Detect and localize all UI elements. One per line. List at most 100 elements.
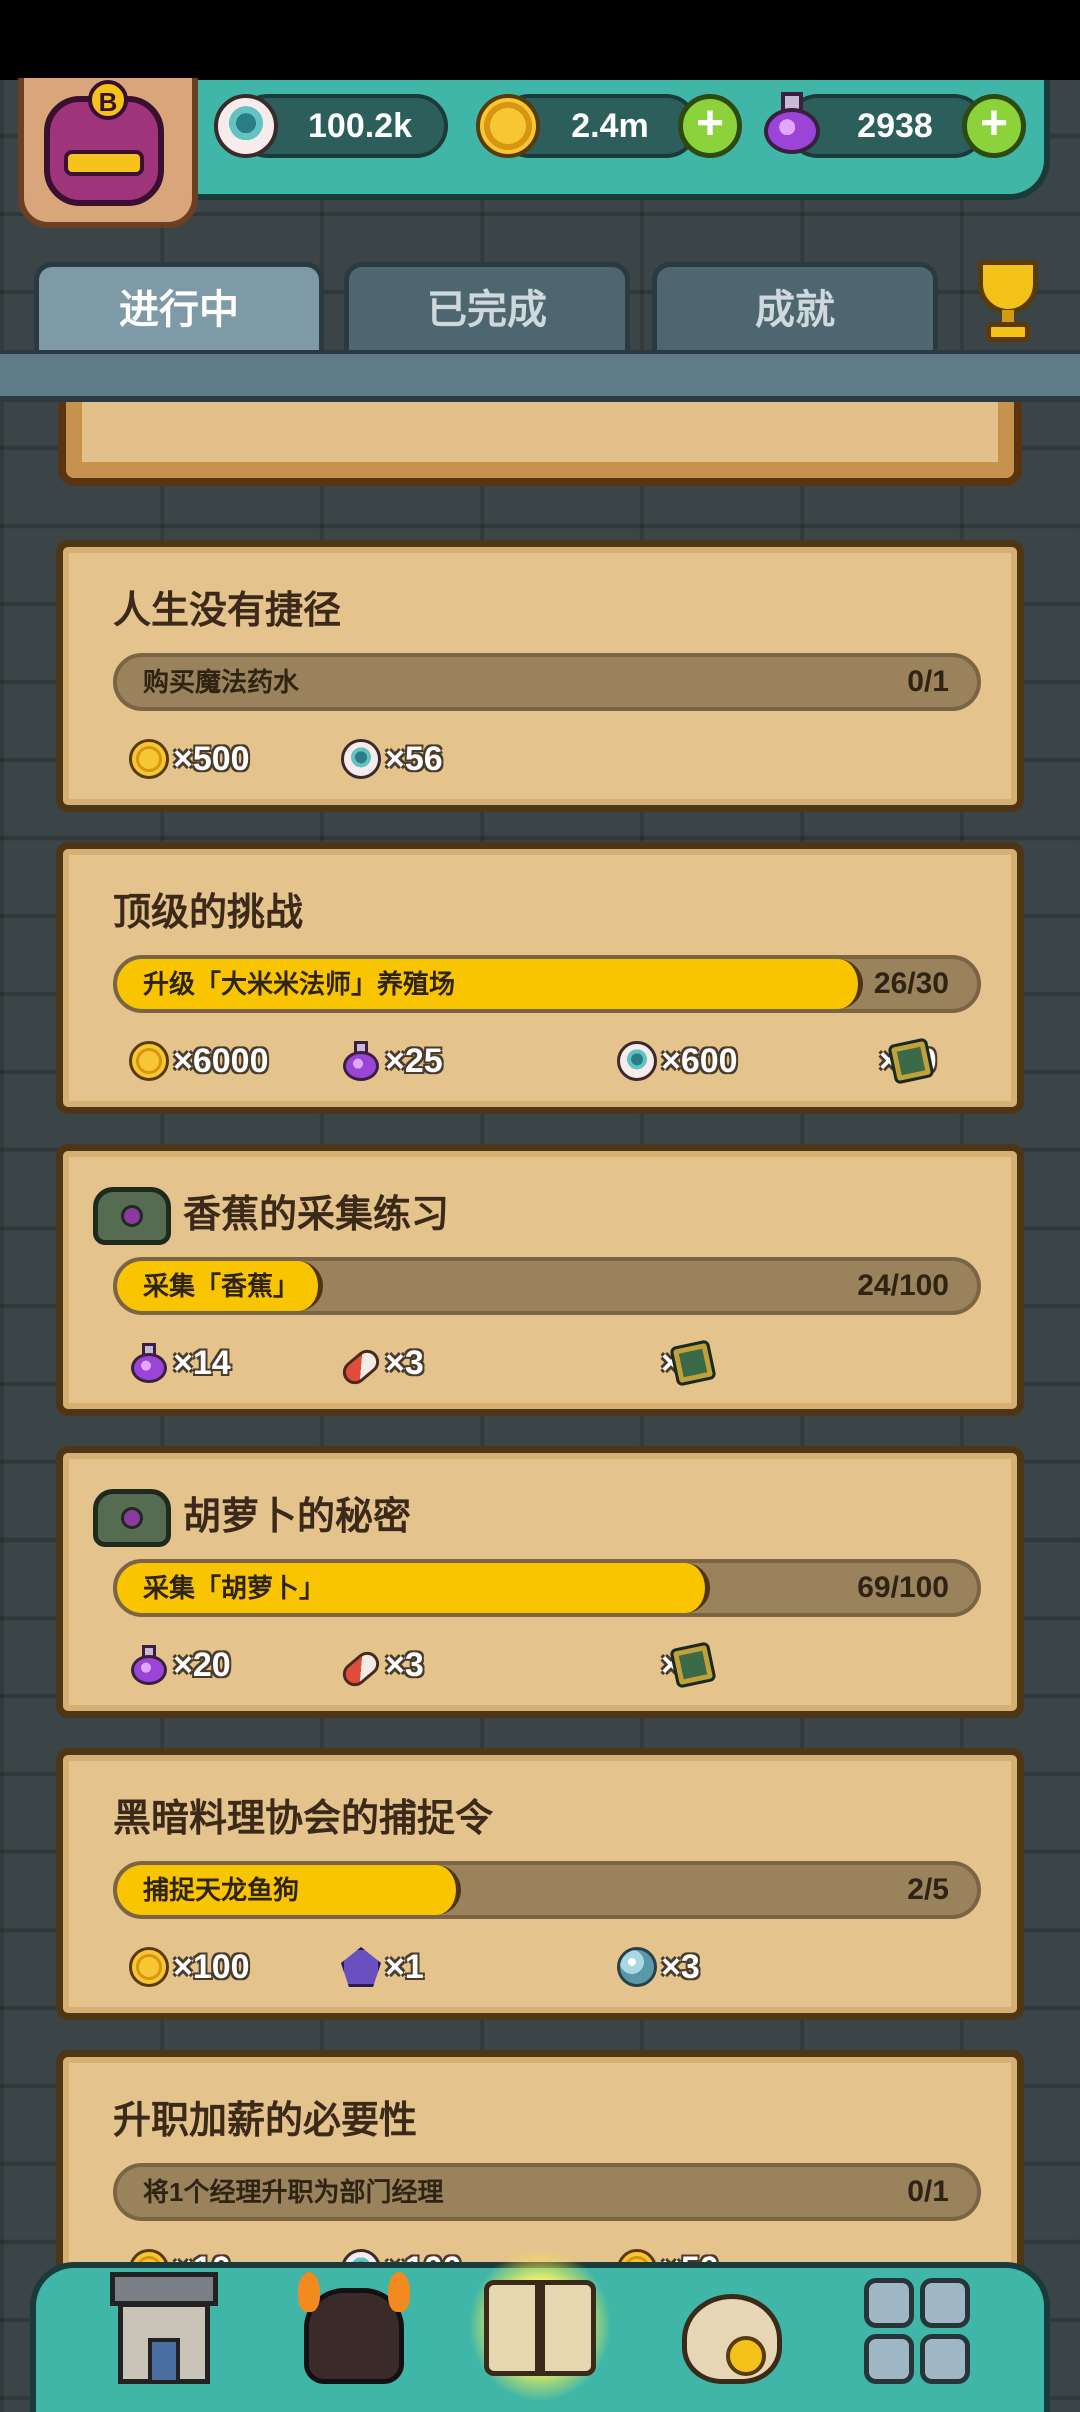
eyeball-icon [214, 94, 278, 158]
reward-qty: ×100 [173, 1947, 250, 1986]
quest-progress-bar: 采集「胡萝卜」 69/100 [113, 1559, 981, 1617]
potions-amount: 2938 [857, 107, 933, 145]
potion-icon [764, 92, 820, 154]
quest-title: 香蕉的采集练习 [183, 1194, 450, 1236]
status-bar [0, 0, 1080, 80]
quest-task: 采集「香蕉」 [143, 1271, 300, 1301]
grid-menu-nav-icon[interactable] [858, 2272, 978, 2390]
tab-completed[interactable]: 已完成 [344, 262, 630, 358]
quest-title: 黑暗料理协会的捕捉令 [113, 1798, 494, 1840]
quest-title: 人生没有捷径 [113, 590, 342, 632]
quest-task: 升级「大米米法师」养殖场 [143, 969, 456, 999]
tab-label: 成就 [755, 288, 835, 332]
card-icon [669, 1641, 717, 1689]
potion-icon [129, 1645, 169, 1685]
reward-qty: ×1 [385, 1947, 424, 1986]
reward-item: ×10 [835, 1037, 937, 1085]
quest-title: 升职加薪的必要性 [113, 2100, 418, 2142]
quest-progress-count: 2/5 [907, 1873, 949, 1906]
add-coins-button[interactable]: + [678, 94, 742, 158]
monster-icon [93, 1477, 171, 1547]
quest-card: 香蕉的采集练习 采集「香蕉」 24/100 ×14 ×3 ×1 [56, 1144, 1024, 1416]
quest-progress-bar: 捕捉天龙鱼狗 2/5 [113, 1861, 981, 1919]
crystal-icon [341, 1947, 381, 1987]
tab-label: 进行中 [119, 288, 239, 332]
tab-label: 已完成 [427, 288, 547, 332]
reward-qty: ×20 [173, 1645, 231, 1684]
quest-card: 胡萝卜的秘密 采集「胡萝卜」 69/100 ×20 ×3 ×1 [56, 1446, 1024, 1718]
reward-item: ×1 [617, 1641, 717, 1689]
quest-rewards: ×14 ×3 ×1 [129, 1339, 1009, 1390]
quest-progress-count: 24/100 [857, 1269, 949, 1302]
reward-item: ×3 [337, 1339, 424, 1390]
eyes-amount: 100.2k [308, 107, 412, 145]
shop-nav-icon[interactable] [104, 2272, 224, 2390]
eyeball-icon [341, 739, 381, 779]
reward-qty: ×14 [173, 1343, 231, 1382]
quest-rewards: ×20 ×3 ×1 [129, 1641, 1009, 1692]
quest-rewards: ×500 ×56 [129, 735, 1009, 783]
coins-amount: 2.4m [571, 107, 649, 145]
quest-task: 购买魔法药水 [143, 667, 300, 697]
quest-progress-count: 69/100 [857, 1571, 949, 1604]
reward-qty: ×600 [661, 1041, 738, 1080]
card-icon [887, 1037, 935, 1085]
reward-item: ×100 [129, 1943, 250, 1991]
reward-qty: ×3 [385, 1343, 424, 1382]
reward-qty: ×3 [661, 1947, 700, 1986]
reward-qty: ×6000 [173, 1041, 269, 1080]
reward-qty: ×500 [173, 739, 250, 778]
quest-rewards: ×6000 ×25 ×600 ×10 [129, 1037, 1009, 1085]
reward-item: ×20 [129, 1641, 231, 1689]
orb-icon [617, 1947, 657, 1987]
potion-icon [341, 1041, 381, 1081]
quest-progress-count: 0/1 [907, 2175, 949, 2208]
bag-nav-icon[interactable] [672, 2270, 792, 2388]
add-potions-button[interactable]: + [962, 94, 1026, 158]
quest-progress-bar: 将1个经理升职为部门经理 0/1 [113, 2163, 981, 2221]
quest-task: 将1个经理升职为部门经理 [143, 2177, 444, 2207]
pill-icon [337, 1646, 385, 1692]
quest-title: 顶级的挑战 [113, 892, 304, 934]
monster-icon [93, 1175, 171, 1245]
avatar-teeth [64, 150, 144, 176]
quest-title: 胡萝卜的秘密 [183, 1496, 412, 1538]
reward-item: ×6000 [129, 1037, 269, 1085]
reward-qty: ×3 [385, 1645, 424, 1684]
tab-rail [0, 350, 1080, 402]
quest-task: 采集「胡萝卜」 [143, 1573, 326, 1603]
quest-progress-count: 0/1 [907, 665, 949, 698]
monster-nav-icon[interactable] [294, 2272, 414, 2390]
pill-icon [337, 1344, 385, 1390]
quest-progress-count: 26/30 [873, 967, 949, 1000]
reward-item: ×3 [337, 1641, 424, 1692]
reward-item: ×14 [129, 1339, 231, 1387]
quest-card: 人生没有捷径 购买魔法药水 0/1 ×500 ×56 [56, 540, 1024, 812]
reward-item: ×1 [617, 1339, 717, 1387]
avatar-badge: B [88, 80, 128, 120]
coin-icon [129, 739, 169, 779]
quest-progress-bar: 购买魔法药水 0/1 [113, 653, 981, 711]
potion-icon [129, 1343, 169, 1383]
tab-in-progress[interactable]: 进行中 [34, 262, 324, 362]
coin-icon [129, 1041, 169, 1081]
quest-progress-bar: 升级「大米米法师」养殖场 26/30 [113, 955, 981, 1013]
reward-item: ×600 [617, 1037, 738, 1085]
card-icon [669, 1339, 717, 1387]
coin-icon [129, 1947, 169, 1987]
reward-item: ×500 [129, 735, 250, 783]
list-frame-top-inner [82, 402, 998, 462]
reward-item: ×1 [341, 1943, 424, 1991]
quest-book-nav-icon[interactable] [480, 2266, 600, 2384]
tab-achievements[interactable]: 成就 [652, 262, 938, 358]
reward-item: ×3 [617, 1943, 700, 1991]
quest-progress-bar: 采集「香蕉」 24/100 [113, 1257, 981, 1315]
reward-item: ×56 [341, 735, 443, 783]
eyeball-icon [617, 1041, 657, 1081]
reward-qty: ×25 [385, 1041, 443, 1080]
quest-card: 顶级的挑战 升级「大米米法师」养殖场 26/30 ×6000 ×25 ×600 … [56, 842, 1024, 1114]
coin-icon [476, 94, 540, 158]
trophy-icon[interactable] [958, 260, 1058, 354]
quest-rewards: ×100 ×1 ×3 [129, 1943, 1009, 1991]
quest-task: 捕捉天龙鱼狗 [143, 1875, 300, 1905]
